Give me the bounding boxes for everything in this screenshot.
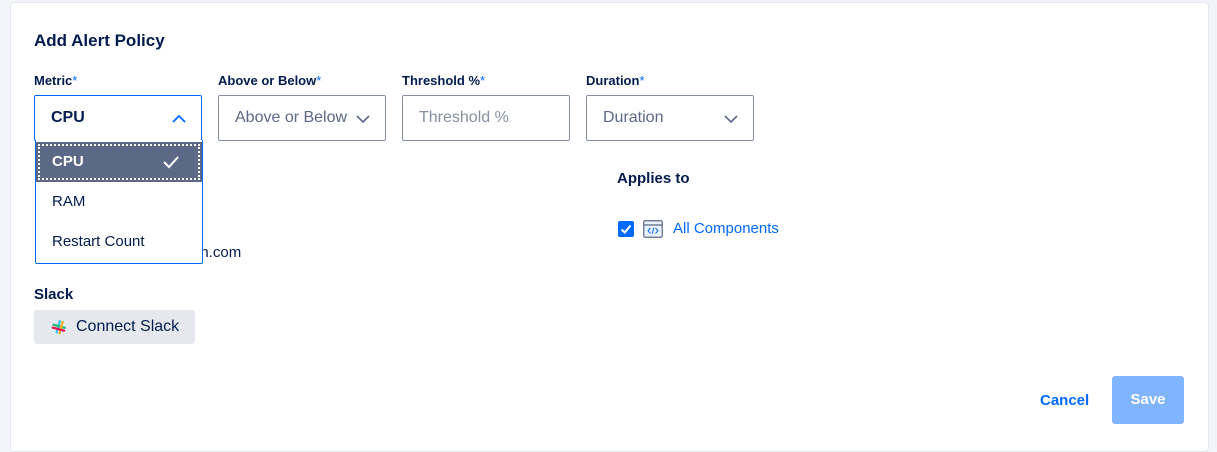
slack-icon <box>51 319 67 335</box>
code-window-icon <box>643 220 663 238</box>
dialog-title: Add Alert Policy <box>34 31 165 50</box>
metric-dropdown-menu: CPU RAM Restart Count <box>35 140 203 264</box>
add-alert-policy-card: Add Alert Policy Metric* Above or Below*… <box>10 2 1209 452</box>
threshold-placeholder: Threshold % <box>419 109 509 126</box>
metric-select-value: CPU <box>51 109 85 126</box>
save-button[interactable]: Save <box>1112 376 1184 424</box>
metric-option-cpu[interactable]: CPU <box>36 142 202 182</box>
chevron-down-icon <box>356 115 370 124</box>
slack-label: Slack <box>34 286 74 303</box>
above-below-label: Above or Below* <box>218 73 322 88</box>
check-icon <box>163 156 179 169</box>
threshold-label: Threshold %* <box>402 73 486 88</box>
above-below-select-value: Above or Below <box>235 109 348 126</box>
connect-slack-label: Connect Slack <box>76 318 180 335</box>
applies-to-label: Applies to <box>617 170 690 187</box>
required-mark: * <box>72 73 78 88</box>
duration-select-value: Duration <box>603 109 664 126</box>
chevron-up-icon <box>172 114 186 123</box>
above-below-select[interactable]: Above or Below <box>218 95 386 141</box>
all-components-link[interactable]: All Components <box>673 220 779 237</box>
duration-select[interactable]: Duration <box>586 95 754 141</box>
metric-option-restart-count[interactable]: Restart Count <box>36 222 202 262</box>
save-button-label: Save <box>1130 391 1166 408</box>
threshold-input[interactable]: Threshold % <box>402 95 570 141</box>
checkmark-icon <box>620 224 632 234</box>
cancel-button[interactable]: Cancel <box>1040 392 1089 409</box>
required-mark: * <box>639 73 645 88</box>
chevron-down-icon <box>724 115 738 124</box>
metric-select[interactable]: CPU <box>34 95 202 141</box>
all-components-checkbox[interactable] <box>618 221 634 237</box>
metric-label: Metric* <box>34 73 78 88</box>
duration-label: Duration* <box>586 73 645 88</box>
required-mark: * <box>316 73 322 88</box>
connect-slack-button[interactable]: Connect Slack <box>34 310 195 344</box>
required-mark: * <box>480 73 486 88</box>
metric-option-ram[interactable]: RAM <box>36 182 202 222</box>
